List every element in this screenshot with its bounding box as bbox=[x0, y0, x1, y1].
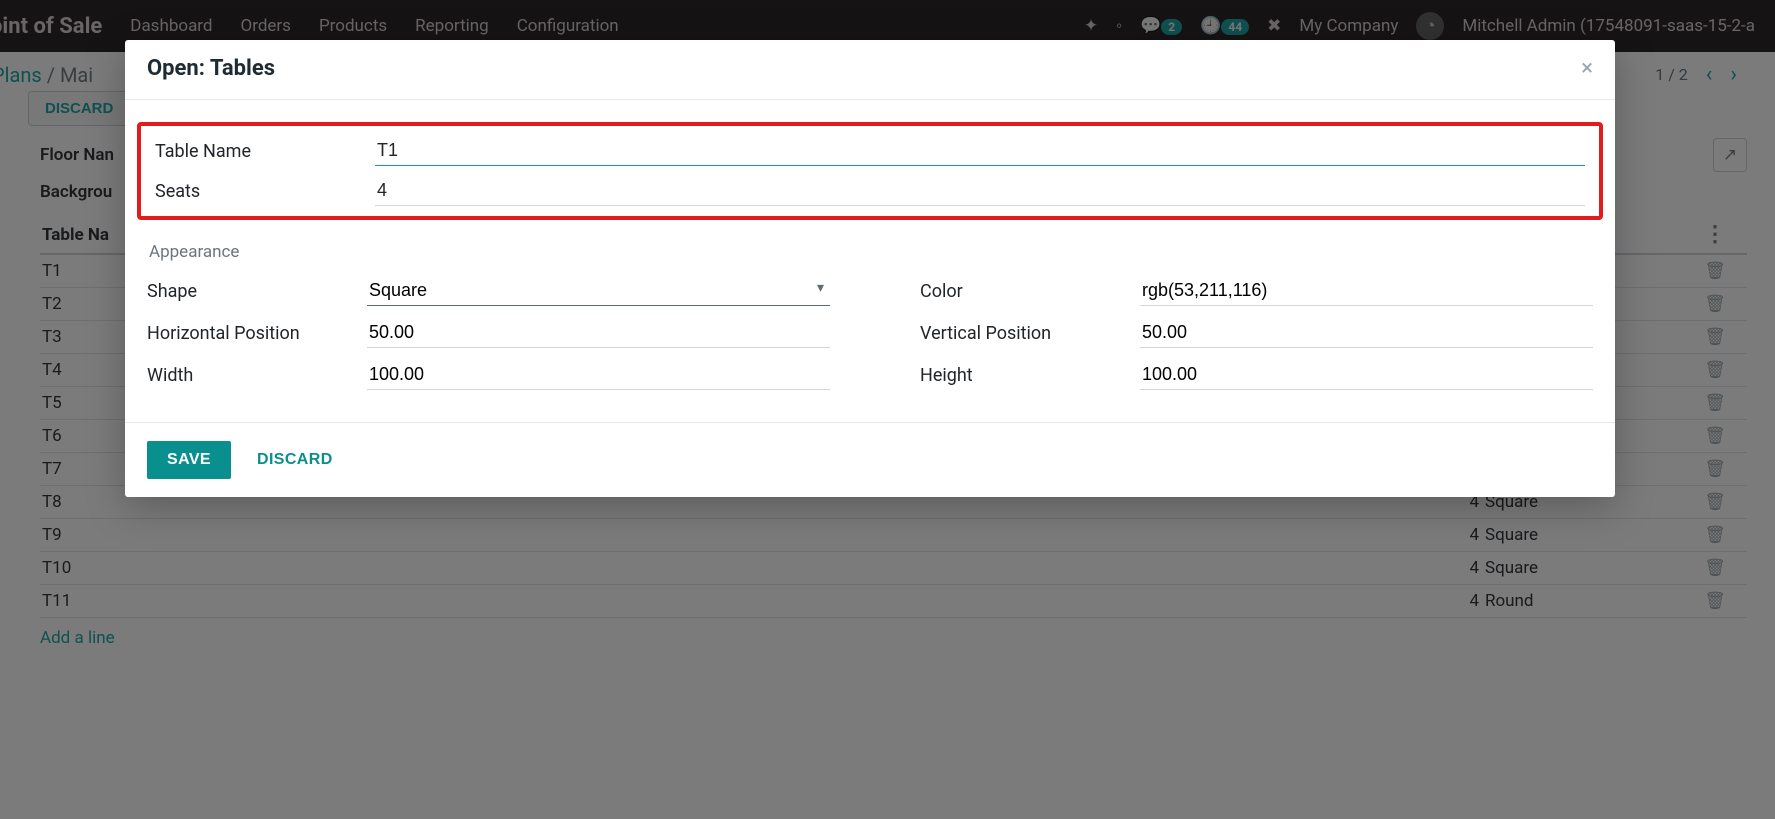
shape-input[interactable] bbox=[367, 276, 830, 306]
shape-select[interactable]: ▾ bbox=[367, 276, 830, 306]
height-label: Height bbox=[920, 365, 1140, 386]
vpos-input[interactable] bbox=[1140, 318, 1593, 348]
seats-label: Seats bbox=[155, 181, 375, 202]
appearance-section-title: Appearance bbox=[149, 242, 1593, 262]
seats-input[interactable] bbox=[375, 176, 1585, 206]
highlighted-fields: Table Name Seats bbox=[137, 122, 1603, 220]
discard-button[interactable]: DISCARD bbox=[257, 451, 333, 469]
color-input[interactable] bbox=[1140, 276, 1593, 306]
chevron-down-icon[interactable]: ▾ bbox=[817, 280, 824, 296]
width-input[interactable] bbox=[367, 360, 830, 390]
vpos-label: Vertical Position bbox=[920, 323, 1140, 344]
width-label: Width bbox=[147, 365, 367, 386]
hpos-input[interactable] bbox=[367, 318, 830, 348]
table-name-label: Table Name bbox=[155, 141, 375, 162]
shape-label: Shape bbox=[147, 281, 367, 302]
tables-modal: Open: Tables × Table Name Seats Appearan… bbox=[125, 40, 1615, 497]
table-name-input[interactable] bbox=[375, 136, 1585, 166]
close-icon[interactable]: × bbox=[1581, 56, 1593, 81]
color-label: Color bbox=[920, 281, 1140, 302]
hpos-label: Horizontal Position bbox=[147, 323, 367, 344]
modal-title: Open: Tables bbox=[147, 56, 275, 81]
height-input[interactable] bbox=[1140, 360, 1593, 390]
save-button[interactable]: SAVE bbox=[147, 441, 231, 479]
